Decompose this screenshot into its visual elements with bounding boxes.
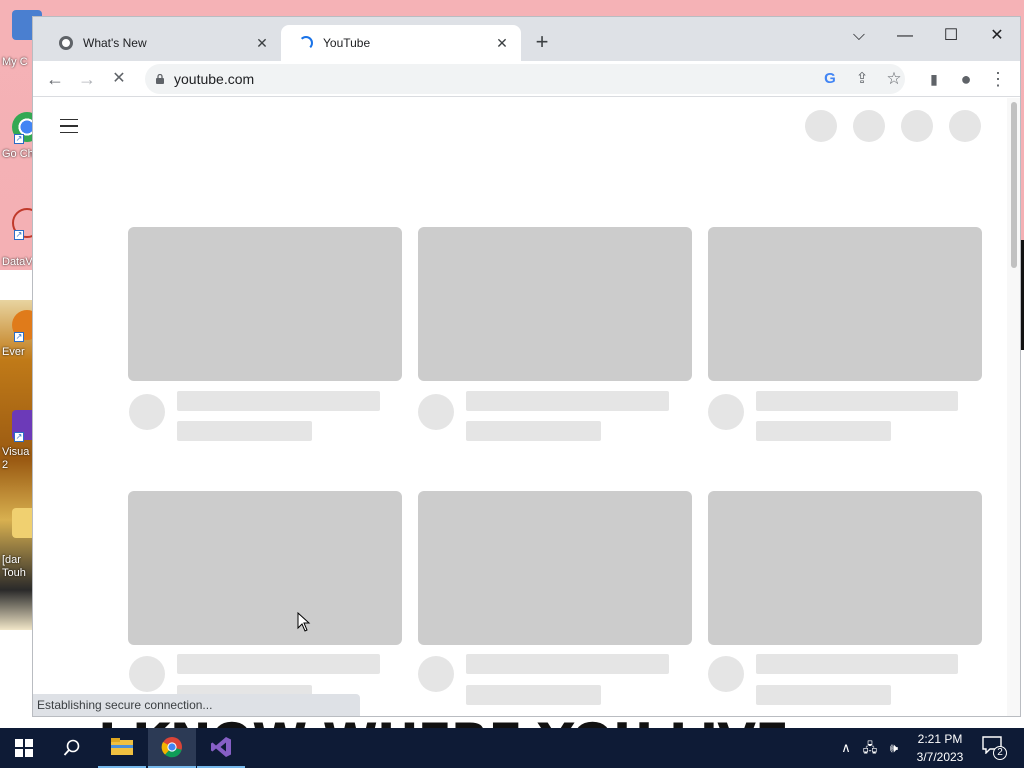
desktop-icon-label: Ever (2, 346, 25, 358)
desktop-icon-label: Visua 2 (2, 446, 30, 471)
desktop-icon-visual-studio[interactable]: ↗ Visua 2 (0, 410, 42, 482)
close-window-button[interactable]: ✕ (977, 21, 1017, 51)
channel-avatar-skeleton (418, 656, 454, 692)
profile-icon[interactable]: ● (952, 65, 980, 93)
desktop-icon-label: My C (2, 56, 28, 68)
header-placeholder-circle (805, 110, 837, 142)
clock-date: 3/7/2023 (916, 750, 964, 764)
volume-icon[interactable]: 🕪 (884, 738, 904, 758)
channel-avatar-skeleton (129, 394, 165, 430)
title-line-skeleton (756, 654, 958, 674)
search-button[interactable] (48, 728, 96, 768)
stop-loading-button[interactable]: ✕ (105, 65, 133, 93)
desktop-icon-folder[interactable]: [dar Touh (0, 508, 42, 580)
back-button[interactable]: ← (41, 65, 69, 93)
file-explorer-icon (111, 738, 133, 755)
shortcut-arrow-icon: ↗ (14, 332, 24, 342)
chrome-icon (59, 36, 73, 50)
forward-button[interactable]: → (73, 65, 101, 93)
close-tab-icon[interactable]: ✕ (253, 34, 271, 52)
notification-count-badge: 2 (993, 746, 1007, 760)
browser-toolbar: ← → ✕ youtube.com G ⇪ ☆ ▮ ● ⋮ (33, 61, 1020, 97)
system-clock[interactable]: 2:21 PM 3/7/2023 (908, 730, 972, 766)
desktop-icon-datav[interactable]: ↗ DataV (0, 208, 42, 280)
side-panel-icon[interactable]: ▮ (920, 65, 948, 93)
tab-search-button[interactable]: ⌵ (839, 21, 879, 51)
windows-taskbar: ∧ 🖧 🕪 2:21 PM 3/7/2023 2 (0, 728, 1024, 768)
close-tab-icon[interactable]: ✕ (493, 34, 511, 52)
desktop-icon-label: DataV (2, 256, 33, 268)
address-bar[interactable]: youtube.com G ⇪ ☆ (145, 64, 905, 94)
page-scrollbar[interactable] (1007, 98, 1020, 716)
video-thumbnail-skeleton (128, 491, 402, 645)
bookmark-star-icon[interactable]: ☆ (881, 66, 907, 92)
video-thumbnail-skeleton (708, 227, 982, 381)
meta-line-skeleton (466, 421, 601, 441)
header-placeholder-circle (901, 110, 933, 142)
meta-line-skeleton (756, 421, 891, 441)
video-thumbnail-skeleton (128, 227, 402, 381)
meta-line-skeleton (466, 685, 601, 705)
video-thumbnail-skeleton (708, 491, 982, 645)
new-tab-button[interactable]: + (530, 31, 554, 55)
loading-spinner-icon (299, 36, 313, 50)
header-placeholder-circle (853, 110, 885, 142)
scrollbar-thumb[interactable] (1011, 102, 1017, 268)
tab-whats-new[interactable]: What's New ✕ (41, 25, 281, 61)
channel-avatar-skeleton (129, 656, 165, 692)
channel-avatar-skeleton (708, 656, 744, 692)
show-hidden-icons-chevron-icon[interactable]: ∧ (836, 738, 856, 758)
start-button[interactable] (0, 728, 48, 768)
meta-line-skeleton (177, 421, 312, 441)
hamburger-menu-icon[interactable] (60, 119, 78, 133)
mouse-cursor-icon (297, 612, 311, 632)
video-thumbnail-skeleton (418, 491, 692, 645)
desktop-icon-label: Go Ch (2, 148, 34, 160)
tab-strip: What's New ✕ YouTube ✕ + ⌵ — ☐ ✕ (33, 17, 1020, 61)
chrome-icon (161, 737, 182, 758)
shortcut-arrow-icon: ↗ (14, 432, 24, 442)
chrome-window: What's New ✕ YouTube ✕ + ⌵ — ☐ ✕ ← → ✕ y… (32, 16, 1021, 717)
meta-line-skeleton (756, 685, 891, 705)
title-line-skeleton (466, 654, 669, 674)
action-center-button[interactable]: 2 (982, 736, 1007, 760)
windows-logo-icon (15, 739, 33, 757)
title-line-skeleton (177, 391, 380, 411)
visual-studio-icon (211, 737, 231, 757)
tab-youtube[interactable]: YouTube ✕ (281, 25, 521, 61)
channel-avatar-skeleton (418, 394, 454, 430)
channel-avatar-skeleton (708, 394, 744, 430)
desktop-icon-my-computer[interactable]: My C (0, 10, 42, 82)
shortcut-arrow-icon: ↗ (14, 230, 24, 240)
lock-icon[interactable] (155, 74, 165, 84)
maximize-button[interactable]: ☐ (931, 21, 971, 51)
share-icon[interactable]: ⇪ (849, 66, 875, 92)
video-thumbnail-skeleton (418, 227, 692, 381)
taskbar-file-explorer[interactable] (98, 728, 146, 768)
minimize-button[interactable]: — (885, 21, 925, 51)
taskbar-visual-studio[interactable] (197, 728, 245, 768)
desktop-icon-google-chrome[interactable]: ↗ Go Ch (0, 112, 42, 184)
network-icon[interactable]: 🖧 (860, 738, 880, 758)
menu-kebab-icon[interactable]: ⋮ (984, 65, 1012, 93)
title-line-skeleton (466, 391, 669, 411)
google-lens-icon[interactable]: G (817, 66, 843, 92)
desktop-icon-everything[interactable]: ↗ Ever (0, 310, 42, 382)
header-placeholder-circle (949, 110, 981, 142)
title-line-skeleton (756, 391, 958, 411)
taskbar-chrome[interactable] (148, 728, 196, 768)
shortcut-arrow-icon: ↗ (14, 134, 24, 144)
desktop-icon-label: [dar Touh (2, 554, 26, 579)
title-line-skeleton (177, 654, 380, 674)
youtube-page (33, 98, 1007, 716)
tab-title: YouTube (323, 36, 371, 50)
search-icon (63, 739, 80, 756)
clock-time: 2:21 PM (917, 732, 963, 746)
url-text[interactable]: youtube.com (174, 71, 254, 87)
tab-title: What's New (83, 36, 147, 50)
status-bubble: Establishing secure connection... (33, 694, 360, 716)
